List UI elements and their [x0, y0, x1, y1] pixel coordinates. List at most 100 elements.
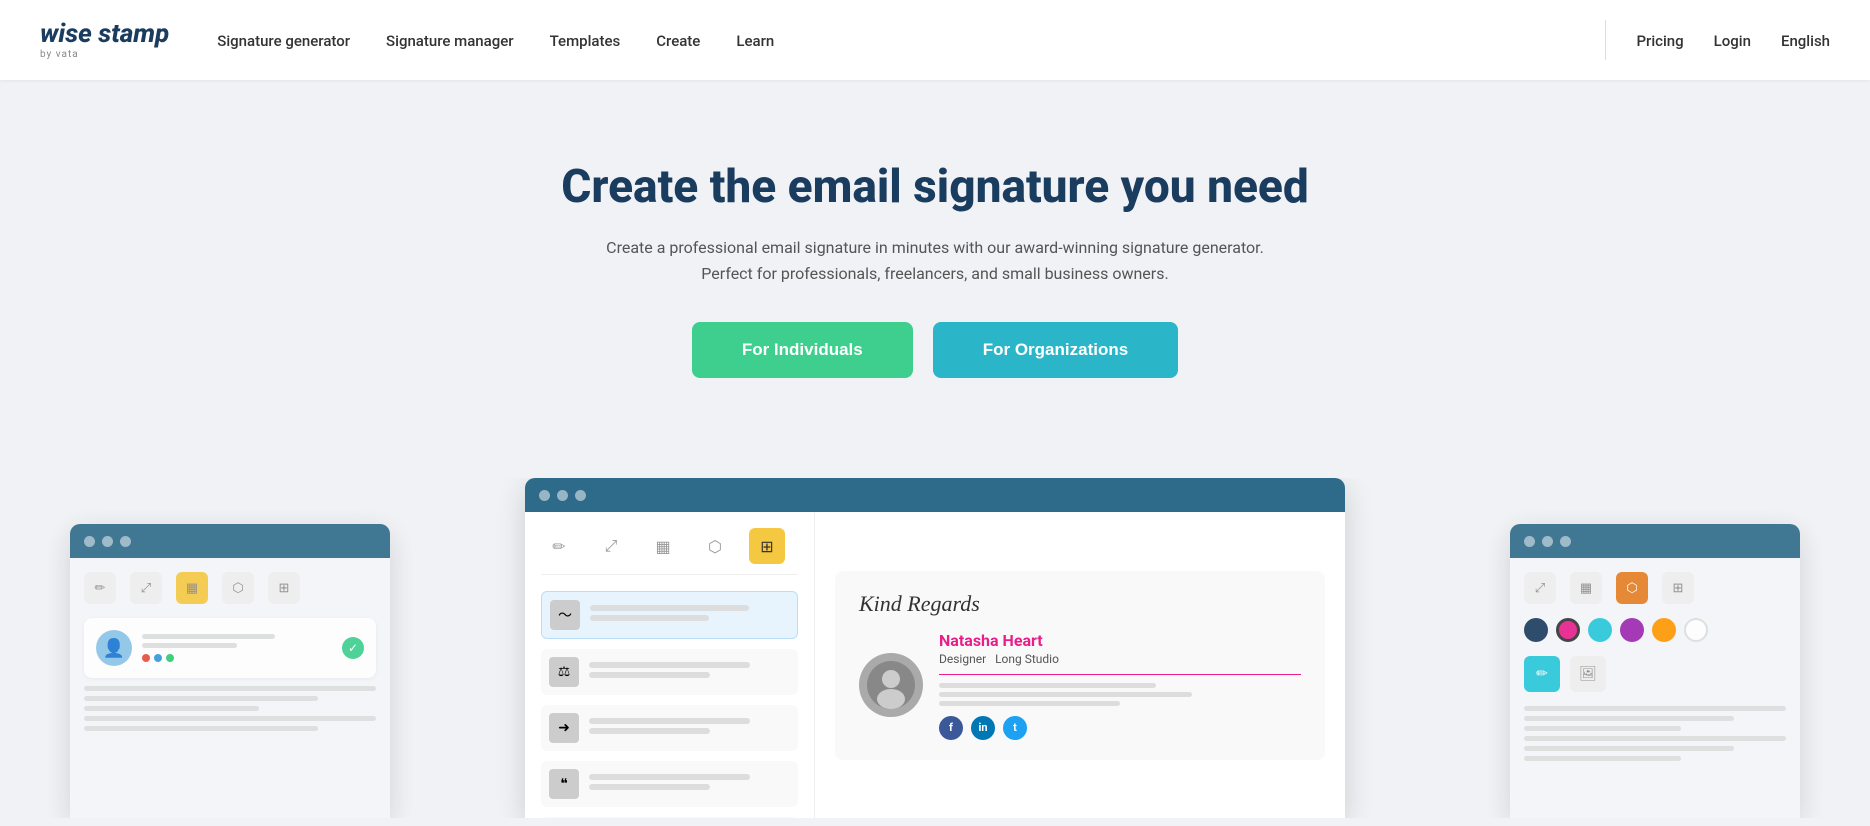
dot-red	[142, 654, 150, 662]
gray-line3	[84, 706, 259, 711]
left-icon-pencil: ✏	[84, 572, 116, 604]
nav-learn[interactable]: Learn	[736, 32, 774, 50]
nav-login[interactable]: Login	[1714, 32, 1751, 50]
rgl3	[1524, 726, 1681, 731]
dot-blue	[154, 654, 162, 662]
color-teal[interactable]	[1588, 618, 1612, 642]
ti-lines1	[590, 605, 789, 625]
avatar-svg	[867, 661, 915, 709]
cdot3	[575, 490, 586, 501]
rdot3	[1560, 536, 1571, 547]
right-browser-content: ⤢ ▦ ⬡ ⊞ ✏ 🖼	[1510, 558, 1800, 818]
left-titlebar	[70, 524, 390, 558]
right-icon-image[interactable]: 🖼	[1570, 656, 1606, 692]
tb-card[interactable]: ▦	[645, 528, 681, 564]
nav-links: Signature generator Signature manager Te…	[217, 31, 774, 50]
hero-subtitle: Create a professional email signature in…	[20, 235, 1850, 286]
sig-contact2	[939, 692, 1192, 697]
mockup-left: ✏ ⤢ ▦ ⬡ ⊞ 👤 ✓	[70, 524, 390, 818]
sig-contact1	[939, 683, 1156, 688]
left-card: 👤 ✓	[84, 618, 376, 678]
left-icon-paint: ⬡	[222, 572, 254, 604]
color-pink[interactable]	[1556, 618, 1580, 642]
template-item-2[interactable]: ⚖	[541, 649, 798, 695]
tb-paint[interactable]: ⬡	[697, 528, 733, 564]
dot2	[102, 536, 113, 547]
rdot1	[1524, 536, 1535, 547]
gray-line1	[84, 686, 376, 691]
tl-s4	[589, 784, 710, 790]
gray-line4	[84, 716, 376, 721]
rgl4	[1524, 736, 1786, 741]
nav-sig-generator[interactable]: Signature generator	[217, 32, 350, 50]
sig-name: Natasha Heart	[939, 631, 1301, 650]
sig-contact3	[939, 701, 1120, 706]
rgl1	[1524, 706, 1786, 711]
hero-title: Create the email signature you need	[20, 160, 1850, 215]
gray-line2	[84, 696, 318, 701]
tb-pencil[interactable]: ✏	[541, 528, 577, 564]
nav-language[interactable]: English	[1781, 32, 1830, 50]
template-item-1[interactable]: 〜	[541, 591, 798, 639]
right-gray-lines	[1524, 706, 1786, 761]
cdot1	[539, 490, 550, 501]
right-icon-card: ▦	[1570, 572, 1602, 604]
ti-lines3	[589, 718, 790, 738]
right-icon-paint: ⬡	[1616, 572, 1648, 604]
template-item-5[interactable]: 📷	[541, 817, 798, 818]
for-organizations-button[interactable]: For Organizations	[933, 322, 1178, 378]
ti-icon4: ❝	[549, 769, 579, 799]
ti-lines2	[589, 662, 790, 682]
ti-icon2: ⚖	[549, 657, 579, 687]
left-dots	[142, 654, 332, 662]
center-titlebar	[525, 478, 1345, 512]
left-check: ✓	[342, 637, 364, 659]
color-navy[interactable]	[1524, 618, 1548, 642]
hero-subtitle-line1: Create a professional email signature in…	[606, 238, 1264, 257]
left-browser-content: ✏ ⤢ ▦ ⬡ ⊞ 👤 ✓	[70, 558, 390, 818]
nav-create[interactable]: Create	[656, 32, 700, 50]
navbar: wise stamp by vata Signature generator S…	[0, 0, 1870, 80]
hero-subtitle-line2: Perfect for professionals, freelancers, …	[701, 264, 1168, 283]
social-linkedin: in	[971, 716, 995, 740]
right-icon-grid: ⊞	[1662, 572, 1694, 604]
center-browser-content: ✏ ⤢ ▦ ⬡ ⊞ 〜 ⚖	[525, 512, 1345, 818]
tl-s2	[589, 672, 710, 678]
signature-preview: Kind Regards Natasha Heart	[835, 571, 1325, 760]
hero-buttons: For Individuals For Organizations	[20, 322, 1850, 378]
tb-share[interactable]: ⤢	[593, 528, 629, 564]
social-facebook: f	[939, 716, 963, 740]
rgl2	[1524, 716, 1734, 721]
sig-job: Designer	[939, 652, 986, 666]
color-orange[interactable]	[1652, 618, 1676, 642]
nav-templates[interactable]: Templates	[550, 32, 621, 50]
gray-line5	[84, 726, 318, 731]
tl-s1	[590, 615, 709, 621]
nav-sig-manager[interactable]: Signature manager	[386, 32, 514, 50]
dot3	[120, 536, 131, 547]
right-icon-edit[interactable]: ✏	[1524, 656, 1560, 692]
for-individuals-button[interactable]: For Individuals	[692, 322, 913, 378]
sig-info: Natasha Heart Designer Long Studio	[939, 631, 1301, 740]
nav-divider	[1605, 20, 1606, 60]
dot-green	[166, 654, 174, 662]
logo[interactable]: wise stamp by vata	[40, 21, 169, 60]
left-toolbar: ✏ ⤢ ▦ ⬡ ⊞	[84, 572, 376, 604]
nav-pricing[interactable]: Pricing	[1636, 32, 1683, 50]
template-item-3[interactable]: ➜	[541, 705, 798, 751]
left-icon-share: ⤢	[130, 572, 162, 604]
right-toolbar: ⤢ ▦ ⬡ ⊞	[1524, 572, 1786, 604]
tl-m2	[589, 662, 750, 668]
left-icon-grid: ⊞	[268, 572, 300, 604]
left-avatar: 👤	[96, 630, 132, 666]
icon-toolbar: ✏ ⤢ ▦ ⬡ ⊞	[541, 528, 798, 575]
rgl5	[1524, 746, 1734, 751]
color-white[interactable]	[1684, 618, 1708, 642]
color-purple[interactable]	[1620, 618, 1644, 642]
mockup-right: ⤢ ▦ ⬡ ⊞ ✏ 🖼	[1510, 524, 1800, 818]
template-item-4[interactable]: ❝	[541, 761, 798, 807]
logo-tagline: by vata	[40, 49, 169, 60]
tb-grid[interactable]: ⊞	[749, 528, 785, 564]
tl-m3	[589, 718, 750, 724]
left-line1	[142, 634, 275, 639]
